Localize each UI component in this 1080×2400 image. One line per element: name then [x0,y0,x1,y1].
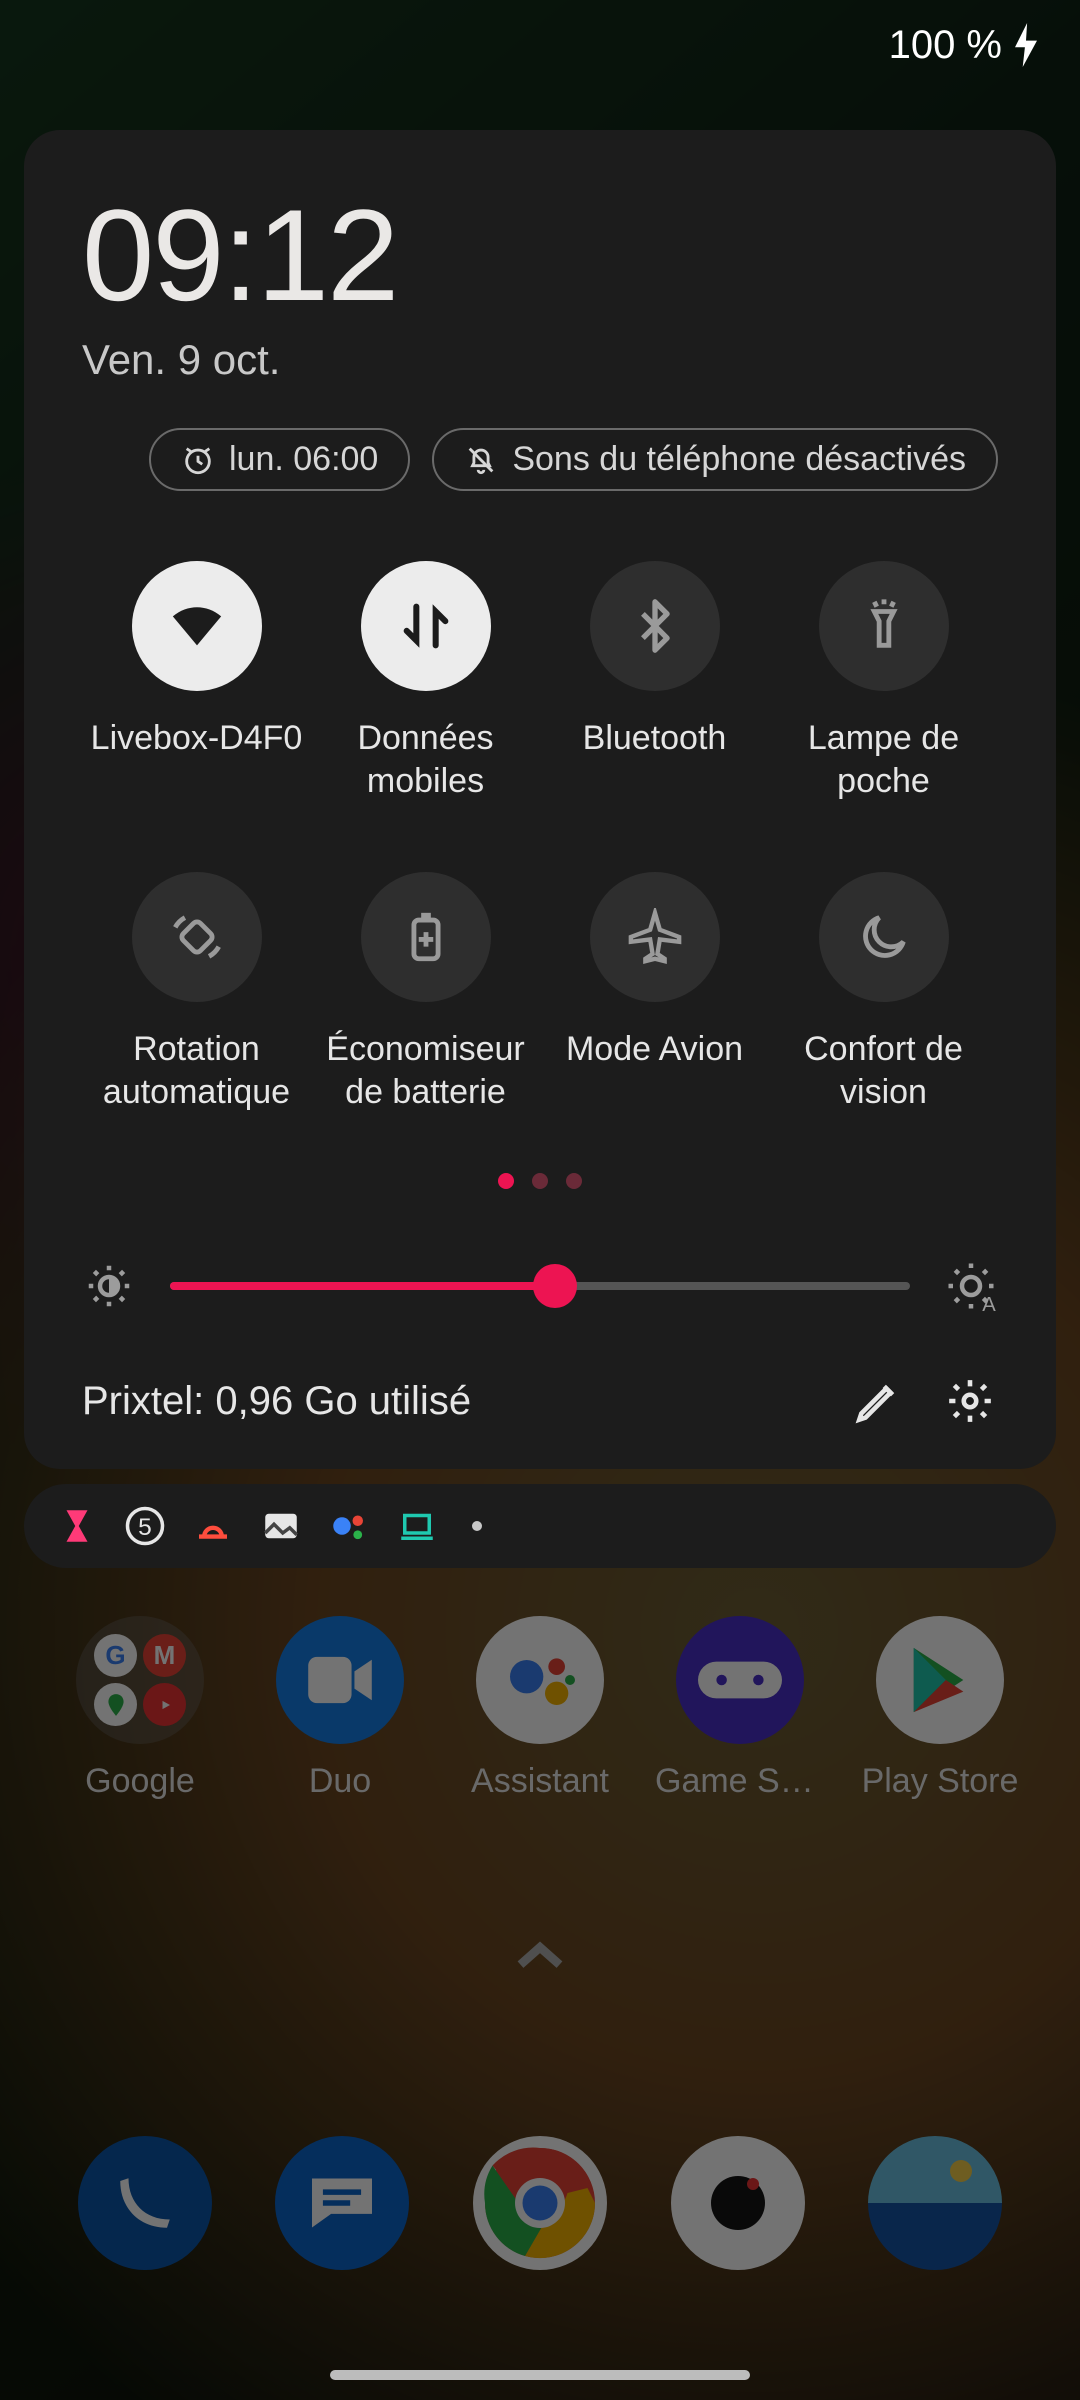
app-label: Duo [309,1762,371,1801]
sound-pill-label: Sons du téléphone désactivés [512,440,966,479]
sunset-icon [192,1505,234,1547]
camera-icon [671,2136,805,2270]
assistant-dots-icon [328,1505,370,1547]
bell-off-icon [464,443,498,477]
app-play-store[interactable]: Play Store [846,1616,1034,1801]
chrome-icon [473,2136,607,2270]
brightness-slider[interactable] [170,1274,910,1298]
settings-button[interactable] [942,1373,998,1429]
status-pills: lun. 06:00 Sons du téléphone désactivés [82,428,998,491]
qs-tile-mobile-data[interactable]: Données mobiles [311,561,540,802]
qs-tile-label: Mode Avion [566,1028,743,1112]
bluetooth-icon [590,561,720,691]
pencil-icon [853,1376,903,1426]
qs-tile-label: Confort de vision [769,1028,998,1113]
qs-tile-wifi[interactable]: Livebox-D4F0 [82,561,311,802]
app-duo[interactable]: Duo [246,1616,434,1801]
google-folder-icon: G M [76,1616,204,1744]
qs-tile-bluetooth[interactable]: Bluetooth [540,561,769,802]
pager-dot [498,1173,514,1189]
more-indicator [472,1521,482,1531]
pager-dot [566,1173,582,1189]
qs-tile-label: Données mobiles [311,717,540,802]
app-game-space[interactable]: Game Spa... [646,1616,834,1801]
app-label: Play Store [862,1762,1019,1801]
moon-icon [819,872,949,1002]
qs-tile-label: Lampe de poche [769,717,998,802]
qs-tiles-grid: Livebox-D4F0 Données mobiles Bluetooth L… [82,561,998,1113]
svg-text:A: A [982,1294,996,1313]
sound-status-pill[interactable]: Sons du téléphone désactivés [432,428,998,491]
qs-tile-label: Livebox-D4F0 [91,717,303,801]
qs-tile-auto-rotate[interactable]: Rotation automatique [82,872,311,1113]
dock-app-phone[interactable] [46,2136,244,2270]
qs-tile-label: Économiseur de batterie [311,1028,540,1113]
image-icon [260,1505,302,1547]
app-label: Google [85,1762,195,1801]
dock-app-camera[interactable] [639,2136,837,2270]
gesture-nav-bar[interactable] [330,2370,750,2380]
battery-percent: 100 % [889,23,1002,68]
qs-tile-battery-saver[interactable]: Économiseur de batterie [311,872,540,1113]
dock-app-photos[interactable] [836,2136,1034,2270]
pager-dot [532,1173,548,1189]
qs-tile-airplane-mode[interactable]: Mode Avion [540,872,769,1113]
alarm-icon [181,443,215,477]
slider-fill [170,1282,555,1290]
camera-lens-icon [711,2176,765,2230]
app-label: Assistant [471,1762,609,1801]
battery-saver-icon [361,872,491,1002]
qs-pager-dots[interactable] [82,1173,998,1189]
alarm-pill-label: lun. 06:00 [229,440,378,479]
assistant-icon [476,1616,604,1744]
app-label: Game Spa... [655,1762,825,1801]
app-google-folder[interactable]: G M Google [46,1616,234,1801]
airplane-icon [590,872,720,1002]
gamepad-icon [676,1616,804,1744]
home-app-row: G M Google Duo Assistant Game [0,1590,1080,1801]
clock-time[interactable]: 09:12 [82,180,998,330]
app-drawer-handle[interactable] [514,1940,566,1977]
clock-date[interactable]: Ven. 9 oct. [82,336,998,384]
qs-tile-label: Bluetooth [583,717,727,801]
data-arrows-icon [361,561,491,691]
brightness-low-icon [82,1259,136,1313]
alarm-pill[interactable]: lun. 06:00 [149,428,410,491]
app-assistant[interactable]: Assistant [446,1616,634,1801]
laptop-icon [396,1505,438,1547]
gear-icon [945,1376,995,1426]
circle-five-icon: 5 [124,1505,166,1547]
phone-icon [78,2136,212,2270]
notification-icon-bar[interactable]: 5 [24,1484,1056,1568]
edit-tiles-button[interactable] [850,1373,906,1429]
brightness-row: A [82,1259,998,1313]
hourglass-icon [56,1505,98,1547]
play-store-icon [876,1616,1004,1744]
dock [0,2136,1080,2270]
flashlight-icon [819,561,949,691]
home-screen: G M Google Duo Assistant Game [0,1590,1080,2400]
dock-app-messages[interactable] [244,2136,442,2270]
wifi-icon [132,561,262,691]
dock-app-chrome[interactable] [441,2136,639,2270]
auto-rotate-icon [132,872,262,1002]
auto-brightness-icon[interactable]: A [944,1259,998,1313]
duo-icon [276,1616,404,1744]
status-bar: 100 % [0,0,1080,90]
messages-icon [275,2136,409,2270]
carrier-data-usage[interactable]: Prixtel: 0,96 Go utilisé [82,1379,814,1424]
qs-tile-flashlight[interactable]: Lampe de poche [769,561,998,802]
qs-footer: Prixtel: 0,96 Go utilisé [82,1373,998,1429]
photos-icon [868,2136,1002,2270]
slider-thumb[interactable] [533,1264,577,1308]
svg-text:5: 5 [138,1514,152,1541]
quick-settings-panel: 09:12 Ven. 9 oct. lun. 06:00 Sons du tél… [24,130,1056,1469]
charging-icon [1012,23,1040,67]
qs-tile-label: Rotation automatique [82,1028,311,1113]
qs-tile-night-light[interactable]: Confort de vision [769,872,998,1113]
